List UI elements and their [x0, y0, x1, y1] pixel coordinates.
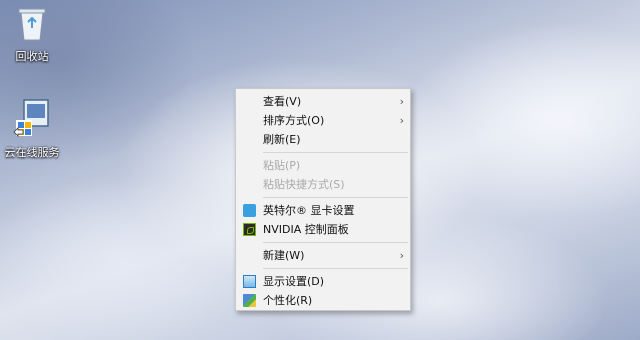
chevron-right-icon: › — [399, 114, 404, 127]
menu-item-new-label: 新建(W) — [263, 249, 305, 262]
menu-separator — [263, 197, 408, 198]
menu-item-intel-graphics-label: 英特尔® 显卡设置 — [263, 204, 355, 217]
menu-item-personalize[interactable]: 个性化(R) — [236, 291, 410, 310]
display-settings-icon — [243, 275, 256, 288]
menu-item-new[interactable]: 新建(W) › — [236, 246, 410, 265]
menu-item-paste: 粘贴(P) — [236, 156, 410, 175]
cloud-service-icon — [13, 99, 49, 137]
recycle-bin-icon — [18, 8, 46, 41]
menu-item-paste-shortcut-label: 粘贴快捷方式(S) — [263, 178, 345, 191]
desktop-context-menu: 查看(V) › 排序方式(O) › 刷新(E) 粘贴(P) 粘贴快捷方式(S) … — [235, 88, 411, 311]
chevron-right-icon: › — [399, 249, 404, 262]
menu-separator — [263, 152, 408, 153]
personalize-icon — [243, 294, 256, 307]
menu-item-personalize-label: 个性化(R) — [263, 294, 313, 307]
menu-item-nvidia-control-panel[interactable]: NVIDIA 控制面板 — [236, 220, 410, 239]
recycle-bin-desktop-icon[interactable]: 回收站 — [0, 4, 64, 64]
menu-item-refresh-label: 刷新(E) — [263, 133, 301, 146]
recycle-bin-label: 回收站 — [15, 50, 49, 63]
menu-item-display-settings-label: 显示设置(D) — [263, 275, 325, 288]
menu-item-paste-label: 粘贴(P) — [263, 159, 301, 172]
cloud-service-label: 云在线服务 — [4, 146, 60, 159]
menu-item-sort-by[interactable]: 排序方式(O) › — [236, 111, 410, 130]
menu-separator — [263, 268, 408, 269]
intel-graphics-icon — [243, 204, 256, 217]
menu-item-sort-by-label: 排序方式(O) — [263, 114, 325, 127]
menu-item-display-settings[interactable]: 显示设置(D) — [236, 272, 410, 291]
menu-item-refresh[interactable]: 刷新(E) — [236, 130, 410, 149]
menu-item-view-label: 查看(V) — [263, 95, 302, 108]
menu-separator — [263, 242, 408, 243]
menu-item-view[interactable]: 查看(V) › — [236, 92, 410, 111]
menu-item-nvidia-label: NVIDIA 控制面板 — [263, 223, 349, 236]
menu-item-paste-shortcut: 粘贴快捷方式(S) — [236, 175, 410, 194]
cloud-service-desktop-icon[interactable]: 云在线服务 — [0, 98, 64, 160]
menu-item-intel-graphics[interactable]: 英特尔® 显卡设置 — [236, 201, 410, 220]
chevron-right-icon: › — [399, 95, 404, 108]
nvidia-icon — [243, 223, 256, 236]
